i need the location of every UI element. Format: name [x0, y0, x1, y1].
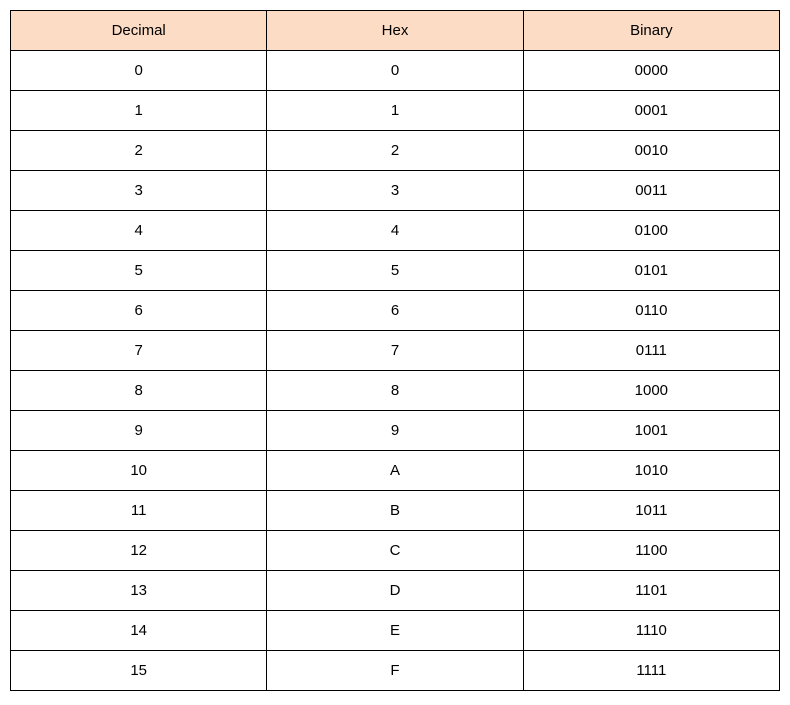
cell-hex: E: [267, 611, 523, 651]
cell-hex: 7: [267, 331, 523, 371]
cell-hex: 8: [267, 371, 523, 411]
table-body: 0 0 0000 1 1 0001 2 2 0010 3 3 0011 4 4 …: [11, 51, 780, 691]
cell-decimal: 10: [11, 451, 267, 491]
cell-hex: F: [267, 651, 523, 691]
cell-decimal: 7: [11, 331, 267, 371]
cell-binary: 1111: [523, 651, 779, 691]
cell-binary: 1011: [523, 491, 779, 531]
table-row: 2 2 0010: [11, 131, 780, 171]
table-row: 3 3 0011: [11, 171, 780, 211]
cell-decimal: 1: [11, 91, 267, 131]
cell-binary: 1110: [523, 611, 779, 651]
cell-decimal: 5: [11, 251, 267, 291]
cell-binary: 0010: [523, 131, 779, 171]
cell-decimal: 11: [11, 491, 267, 531]
header-hex: Hex: [267, 11, 523, 51]
cell-binary: 0001: [523, 91, 779, 131]
cell-hex: 4: [267, 211, 523, 251]
cell-hex: B: [267, 491, 523, 531]
table-row: 12 C 1100: [11, 531, 780, 571]
cell-binary: 1010: [523, 451, 779, 491]
table-row: 10 A 1010: [11, 451, 780, 491]
cell-binary: 0100: [523, 211, 779, 251]
cell-decimal: 8: [11, 371, 267, 411]
cell-decimal: 9: [11, 411, 267, 451]
cell-hex: 2: [267, 131, 523, 171]
table-header-row: Decimal Hex Binary: [11, 11, 780, 51]
cell-hex: D: [267, 571, 523, 611]
cell-binary: 0110: [523, 291, 779, 331]
cell-decimal: 12: [11, 531, 267, 571]
table-row: 8 8 1000: [11, 371, 780, 411]
cell-binary: 1001: [523, 411, 779, 451]
table-row: 13 D 1101: [11, 571, 780, 611]
table-row: 11 B 1011: [11, 491, 780, 531]
table-row: 1 1 0001: [11, 91, 780, 131]
cell-decimal: 6: [11, 291, 267, 331]
cell-hex: 1: [267, 91, 523, 131]
cell-hex: 6: [267, 291, 523, 331]
cell-decimal: 4: [11, 211, 267, 251]
cell-hex: C: [267, 531, 523, 571]
table-row: 14 E 1110: [11, 611, 780, 651]
table-row: 15 F 1111: [11, 651, 780, 691]
cell-decimal: 0: [11, 51, 267, 91]
cell-decimal: 3: [11, 171, 267, 211]
cell-binary: 1101: [523, 571, 779, 611]
table-row: 9 9 1001: [11, 411, 780, 451]
table-row: 4 4 0100: [11, 211, 780, 251]
cell-binary: 0101: [523, 251, 779, 291]
table-row: 0 0 0000: [11, 51, 780, 91]
cell-decimal: 14: [11, 611, 267, 651]
conversion-table: Decimal Hex Binary 0 0 0000 1 1 0001 2 2…: [10, 10, 780, 691]
cell-hex: 0: [267, 51, 523, 91]
cell-hex: 3: [267, 171, 523, 211]
cell-hex: 5: [267, 251, 523, 291]
table-row: 6 6 0110: [11, 291, 780, 331]
cell-binary: 1100: [523, 531, 779, 571]
cell-decimal: 2: [11, 131, 267, 171]
cell-hex: A: [267, 451, 523, 491]
table-row: 5 5 0101: [11, 251, 780, 291]
cell-binary: 0011: [523, 171, 779, 211]
header-decimal: Decimal: [11, 11, 267, 51]
cell-binary: 0000: [523, 51, 779, 91]
cell-hex: 9: [267, 411, 523, 451]
table-row: 7 7 0111: [11, 331, 780, 371]
header-binary: Binary: [523, 11, 779, 51]
cell-decimal: 15: [11, 651, 267, 691]
cell-decimal: 13: [11, 571, 267, 611]
cell-binary: 1000: [523, 371, 779, 411]
cell-binary: 0111: [523, 331, 779, 371]
